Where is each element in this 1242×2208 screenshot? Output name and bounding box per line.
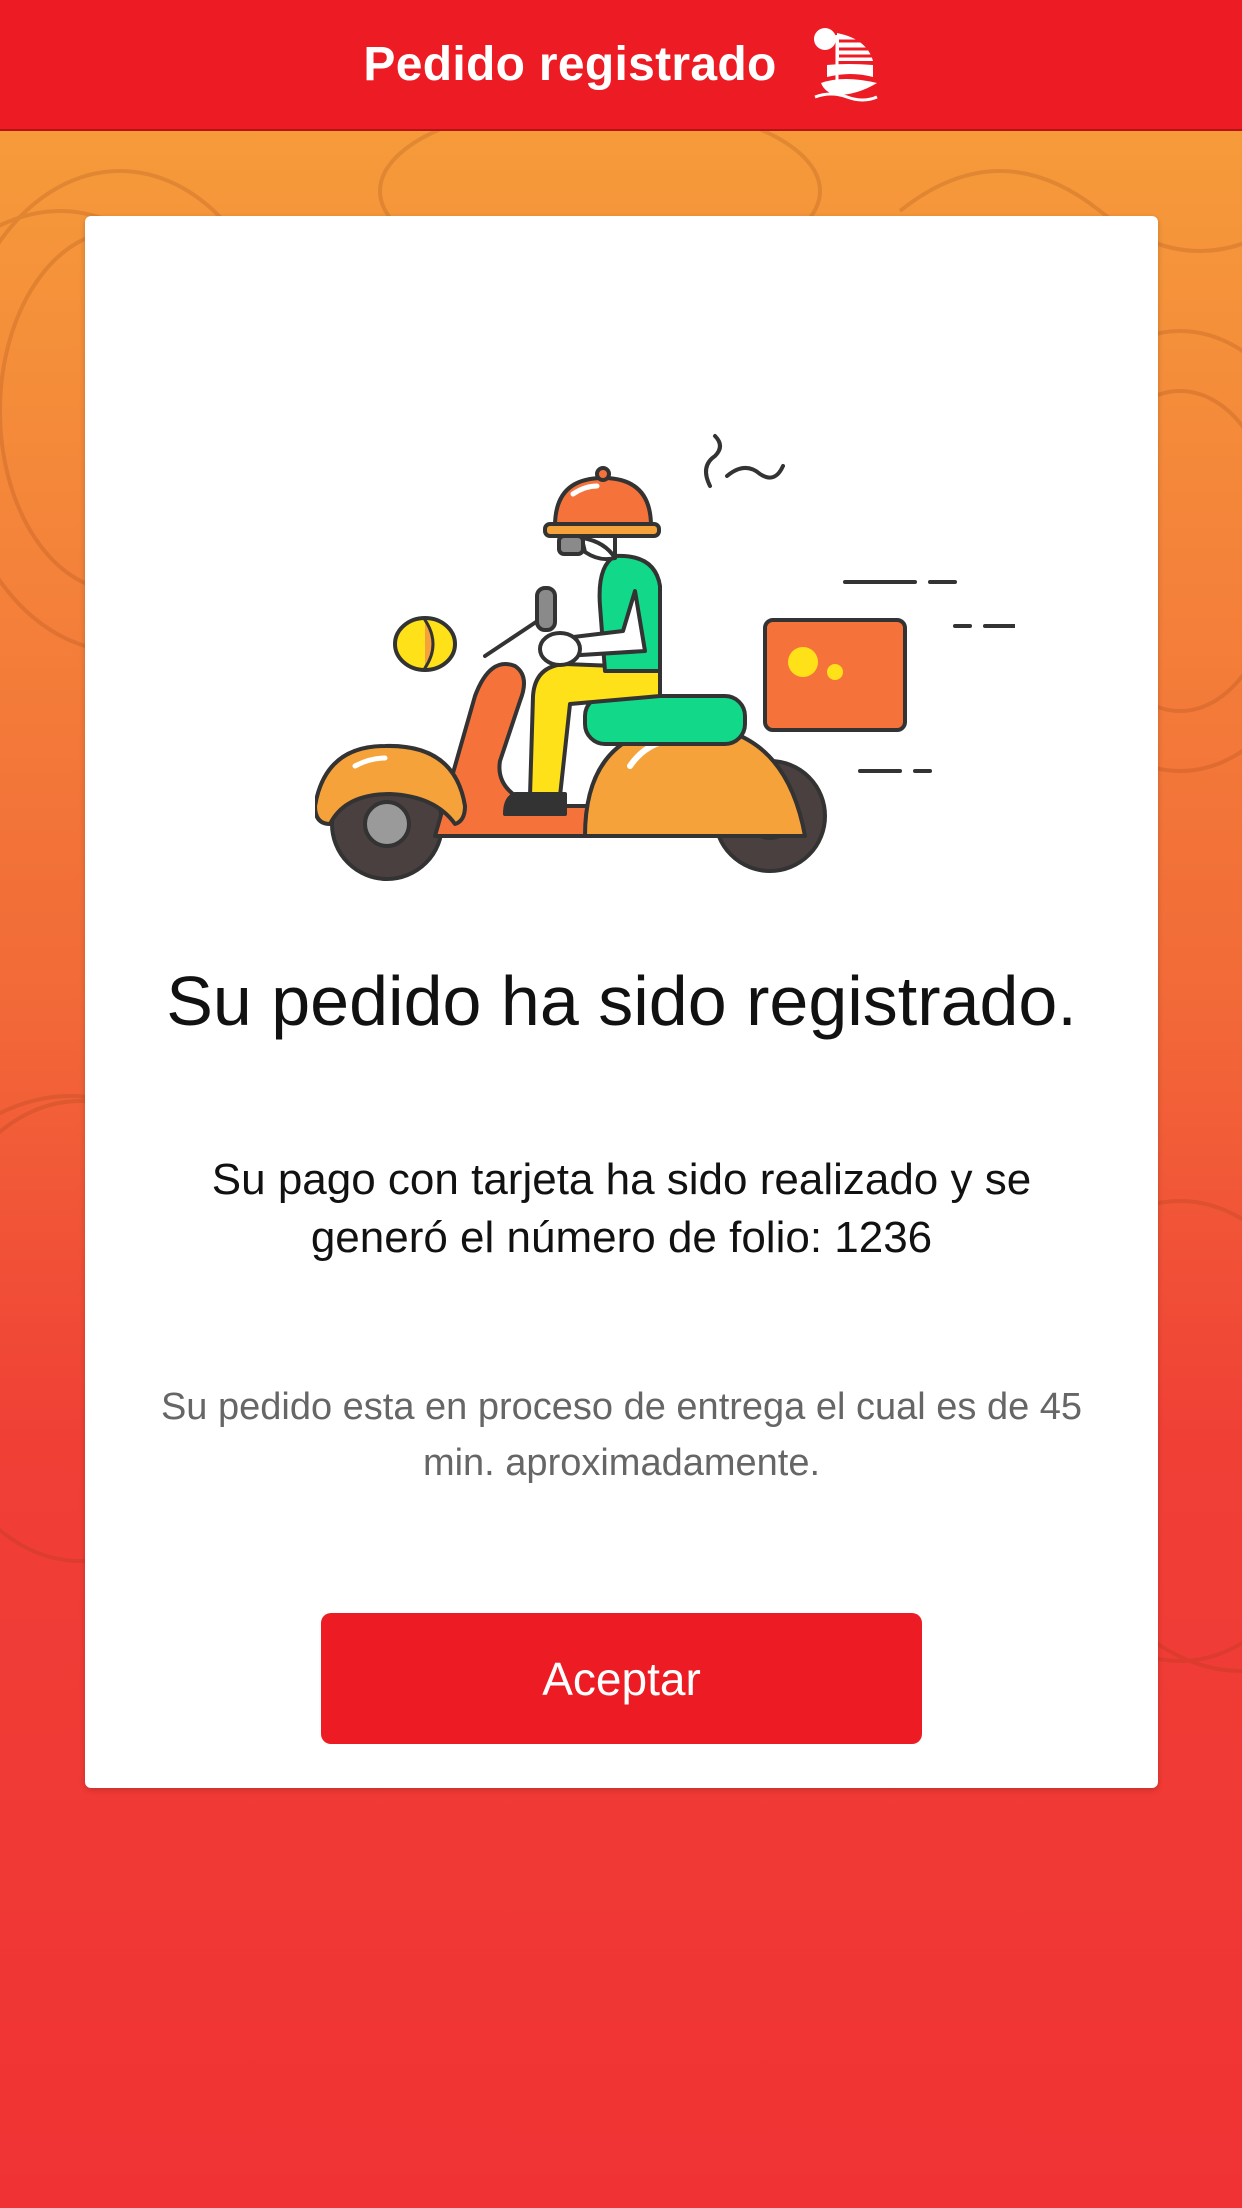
junk-boat-logo-icon [813, 27, 878, 101]
confirmation-card: Su pedido ha sido registrado. Su pago co… [85, 216, 1158, 1788]
page-title: Pedido registrado [363, 38, 777, 91]
confirmation-title: Su pedido ha sido registrado. [166, 962, 1077, 1040]
top-bar: Pedido registrado [0, 0, 1242, 131]
accept-button[interactable]: Aceptar [321, 1613, 922, 1744]
payment-message: Su pago con tarjeta ha sido realizado y … [211, 1155, 1032, 1262]
delivery-scooter-icon [315, 434, 1015, 881]
delivery-message: Su pedido esta en proceso de entrega el … [160, 1386, 1083, 1484]
